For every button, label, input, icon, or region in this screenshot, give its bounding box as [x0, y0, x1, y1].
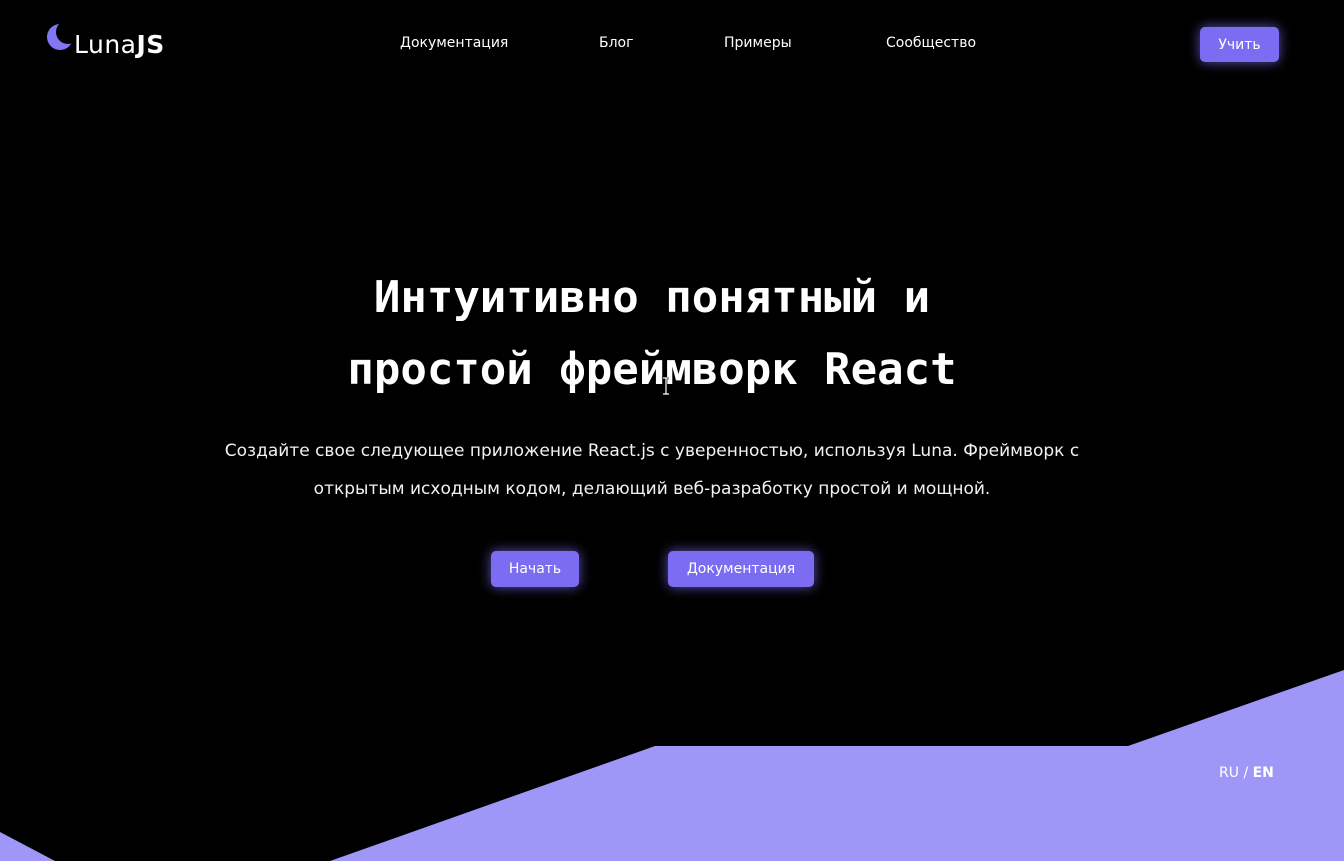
language-en[interactable]: EN	[1253, 765, 1274, 781]
hero-subtitle-line-1: Создайте свое следующее приложение React…	[224, 441, 1080, 461]
language-switcher: RU / EN	[1219, 765, 1274, 781]
nav-item-documentation[interactable]: Документация	[400, 35, 508, 51]
nav-item-community[interactable]: Сообщество	[886, 35, 976, 51]
hero-subtitle-line-2: открытым исходным кодом, делающий веб-ра…	[313, 479, 991, 499]
start-button[interactable]: Начать	[491, 551, 579, 587]
documentation-button[interactable]: Документация	[668, 551, 814, 587]
language-ru[interactable]: RU	[1219, 765, 1239, 781]
learn-button[interactable]: Учить	[1200, 27, 1279, 62]
bottom-wave-shape	[0, 670, 1344, 861]
text-cursor-icon	[663, 377, 669, 395]
nav-item-examples[interactable]: Примеры	[724, 35, 792, 51]
landing-page: Luna JS Документация Блог Примеры Сообщес…	[0, 0, 1344, 861]
language-separator: /	[1243, 765, 1249, 781]
hero-title-line-2: простой фреймворк React	[347, 344, 957, 395]
main-nav: Документация Блог Примеры Сообщество	[0, 35, 1344, 55]
hero-title: Интуитивно понятный и простой фреймворк …	[0, 262, 1304, 406]
hero-title-line-1: Интуитивно понятный и	[373, 272, 931, 323]
hero-subtitle: Создайте свое следующее приложение React…	[192, 432, 1112, 508]
nav-item-blog[interactable]: Блог	[599, 35, 633, 51]
